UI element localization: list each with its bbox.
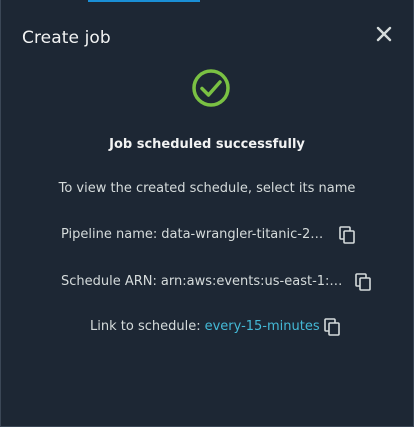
schedule-arn-value: arn:aws:events:us-east-1:4... bbox=[160, 274, 347, 289]
schedule-link-row: Link to schedule: every-15-minutes bbox=[90, 317, 340, 337]
schedule-arn-row: Schedule ARN: arn:aws:events:us-east-1:4… bbox=[61, 272, 371, 292]
schedule-link[interactable]: every-15-minutes bbox=[205, 317, 320, 337]
pipeline-name-value: data-wrangler-titanic-202... bbox=[161, 227, 332, 242]
modal-title: Create job bbox=[22, 28, 111, 48]
close-button[interactable] bbox=[374, 24, 394, 44]
copy-icon bbox=[339, 226, 356, 244]
schedule-link-label: Link to schedule: bbox=[90, 319, 201, 334]
copy-icon bbox=[323, 318, 340, 336]
copy-icon bbox=[355, 273, 371, 291]
check-circle-icon bbox=[191, 68, 231, 108]
pipeline-name-row: Pipeline name: data-wrangler-titanic-202… bbox=[61, 225, 356, 245]
modal-frame bbox=[0, 0, 414, 427]
copy-schedule-link-button[interactable] bbox=[323, 318, 340, 336]
pipeline-name-label: Pipeline name: bbox=[61, 227, 158, 242]
close-icon bbox=[376, 26, 392, 42]
active-tab-indicator bbox=[88, 0, 200, 2]
copy-schedule-arn-button[interactable] bbox=[355, 273, 371, 291]
success-message: Job scheduled successfully bbox=[109, 137, 305, 152]
instruction-text: To view the created schedule, select its… bbox=[58, 181, 356, 196]
schedule-arn-label: Schedule ARN: bbox=[61, 274, 157, 289]
copy-pipeline-name-button[interactable] bbox=[339, 226, 356, 244]
